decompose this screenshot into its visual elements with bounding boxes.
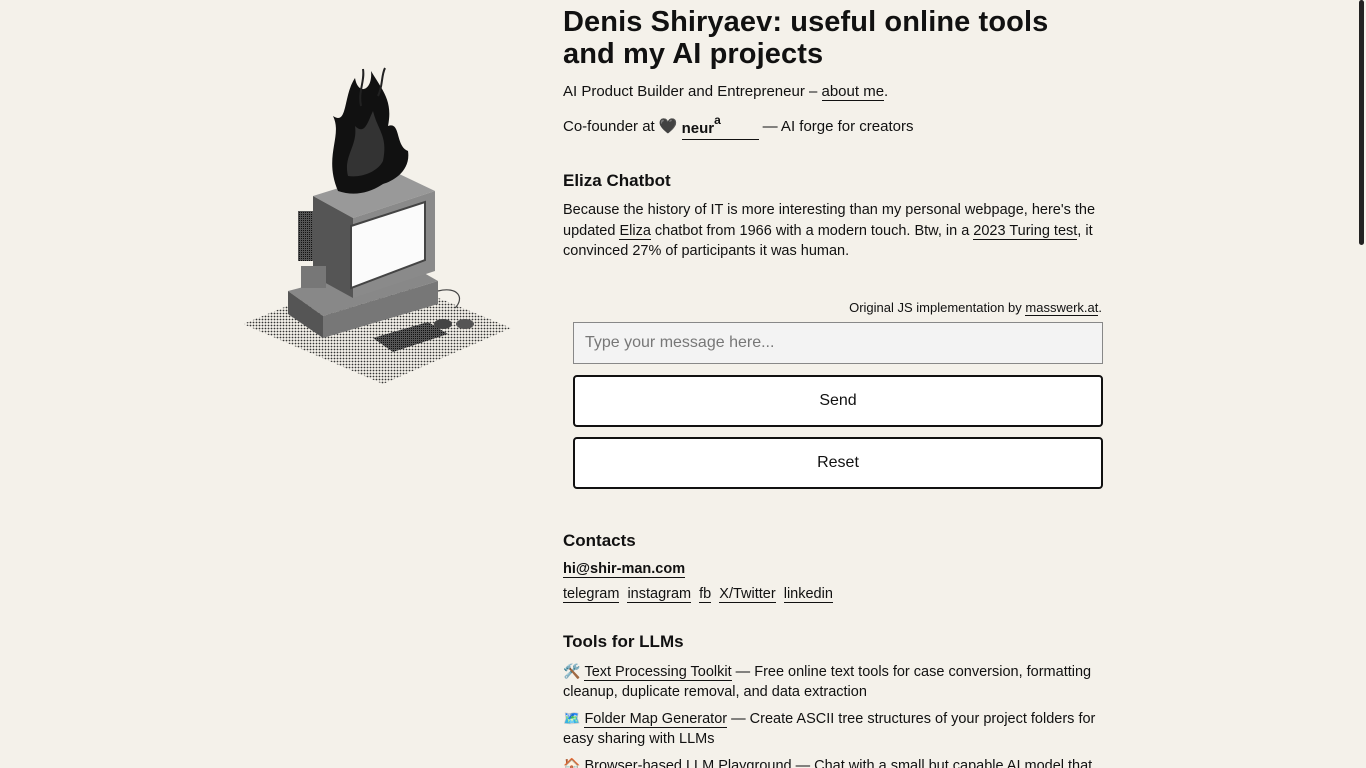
llm-playground-link[interactable]: Browser-based LLM Playground (584, 757, 792, 768)
neura-link-text: neur (681, 120, 715, 137)
cofounder-line: Co-founder at 🖤 neura — AI forge for cre… (563, 113, 1108, 140)
credit-text: Original JS implementation by (849, 299, 1026, 315)
social-links: telegram instagram fb X/Twitter linkedin (563, 585, 1108, 603)
facebook-link[interactable]: fb (699, 585, 712, 603)
cofounder-description: — AI forge for creators (762, 117, 914, 135)
tool-item: 🗺️ Folder Map Generator — Create ASCII tr… (563, 708, 1108, 749)
heart-icon: 🖤 (658, 117, 678, 135)
linkedin-link[interactable]: linkedin (783, 585, 833, 603)
subtitle: AI Product Builder and Entrepreneur – ab… (563, 82, 1108, 102)
neura-link[interactable]: neura (681, 113, 759, 140)
masswerk-link[interactable]: masswerk.at (1025, 299, 1099, 316)
scrollbar-thumb[interactable] (1359, 0, 1364, 245)
eliza-heading: Eliza Chatbot (563, 171, 671, 190)
burning-computer-illustration (243, 66, 513, 386)
eliza-description: Because the history of IT is more intere… (563, 200, 1108, 262)
map-icon: 🗺️ (563, 709, 581, 726)
main-content: Denis Shiryaev: useful online tools and … (563, 6, 1108, 768)
tools-heading: Tools for LLMs (563, 631, 684, 651)
page-scrollbar[interactable] (1356, 0, 1366, 768)
cofounder-text: Co-founder at (563, 117, 655, 135)
page-title: Denis Shiryaev: useful online tools and … (563, 6, 1049, 70)
reset-button[interactable]: Reset (573, 436, 1103, 489)
house-icon: 🏠 (563, 756, 581, 768)
twitter-link[interactable]: X/Twitter (719, 585, 776, 603)
telegram-link[interactable]: telegram (563, 585, 620, 603)
about-me-link[interactable]: about me (821, 83, 885, 101)
neura-link-sup: a (714, 113, 721, 127)
subtitle-text: AI Product Builder and Entrepreneur – (563, 83, 822, 100)
subtitle-period: . (884, 83, 889, 100)
folder-map-generator-link[interactable]: Folder Map Generator (584, 710, 728, 728)
send-button[interactable]: Send (573, 374, 1103, 427)
instagram-link[interactable]: instagram (627, 585, 692, 603)
credit-period: . (1098, 299, 1102, 315)
eliza-link[interactable]: Eliza (619, 222, 651, 240)
original-implementation-credit: Original JS implementation by masswerk.a… (563, 299, 1102, 316)
chat-message-input[interactable] (573, 321, 1103, 364)
eliza-text-2: chatbot from 1966 with a modern touch. B… (650, 222, 974, 239)
tool-item: 🏠 Browser-based LLM Playground — Chat wit… (563, 755, 1108, 768)
tools-icon: 🛠️ (563, 662, 581, 679)
contacts-heading: Contacts (563, 530, 636, 550)
turing-test-link[interactable]: 2023 Turing test (973, 222, 1078, 240)
tool-description: — Chat with a small but capable AI model… (791, 757, 1093, 768)
tool-item: 🛠️ Text Processing Toolkit — Free online … (563, 661, 1108, 702)
text-processing-toolkit-link[interactable]: Text Processing Toolkit (584, 663, 732, 681)
email-link[interactable]: hi@shir-man.com (563, 561, 686, 578)
